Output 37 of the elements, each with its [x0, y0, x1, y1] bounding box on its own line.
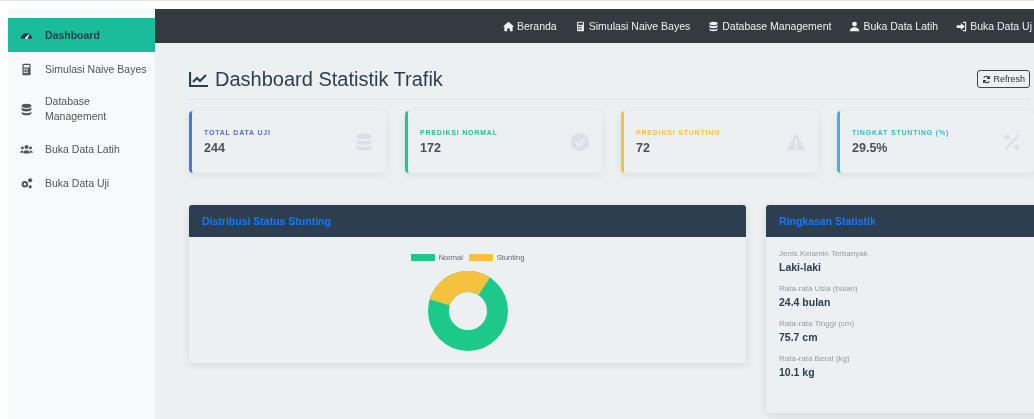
stat-value: Laki-laki	[779, 261, 823, 273]
card-value: 244	[204, 141, 226, 155]
sidebar-item[interactable]: Database Management	[8, 86, 155, 132]
card-value: 29.5%	[852, 141, 889, 155]
database-icon	[20, 102, 33, 116]
signin-icon	[956, 20, 968, 32]
gears-icon	[20, 176, 33, 190]
stat-label: Rata-rata Berat (kg)	[779, 354, 851, 363]
nav-link[interactable]: Beranda	[503, 20, 557, 32]
stat-value: 75.7 cm	[779, 331, 819, 343]
stat-label: Rata-rata Tinggi (cm)	[779, 319, 856, 328]
card-value: 172	[420, 141, 442, 155]
home-icon	[503, 20, 514, 32]
users-icon	[20, 142, 33, 156]
stat-label: Rata-rata Usia (bulan)	[779, 284, 859, 293]
sidebar-item[interactable]: Buka Data Latih	[8, 132, 155, 166]
nav-link[interactable]: Database Management	[708, 20, 832, 32]
refresh-icon	[982, 74, 992, 84]
sidebar-item[interactable]: Dashboard	[8, 18, 155, 52]
stat-value: 24.4 bulan	[779, 296, 832, 308]
line-chart-icon	[189, 71, 209, 87]
sidebar-item[interactable]: Buka Data Uji	[8, 166, 155, 200]
card-value: 72	[636, 141, 651, 155]
stat-label: Jenis Kelamin Terbanyak	[779, 249, 869, 258]
user-icon	[849, 20, 861, 32]
panel-title: Distribusi Status Stunting	[202, 215, 331, 227]
calculator-icon	[20, 62, 33, 76]
database-icon	[708, 20, 720, 32]
panel-title: Ringkasan Statistik	[779, 215, 876, 227]
page-title: Dashboard Statistik Trafik	[189, 51, 443, 91]
nav-link[interactable]: Buka Data Latih	[849, 20, 939, 32]
stat-value: 10.1 kg	[779, 366, 816, 378]
nav-link[interactable]: Simulasi Naive Bayes	[574, 20, 691, 32]
refresh-button[interactable]: Refresh	[977, 70, 1030, 88]
calculator-icon	[574, 20, 586, 32]
nav-link[interactable]: Buka Data Uj	[956, 20, 1032, 32]
sidebar-item[interactable]: Simulasi Naive Bayes	[8, 52, 155, 86]
